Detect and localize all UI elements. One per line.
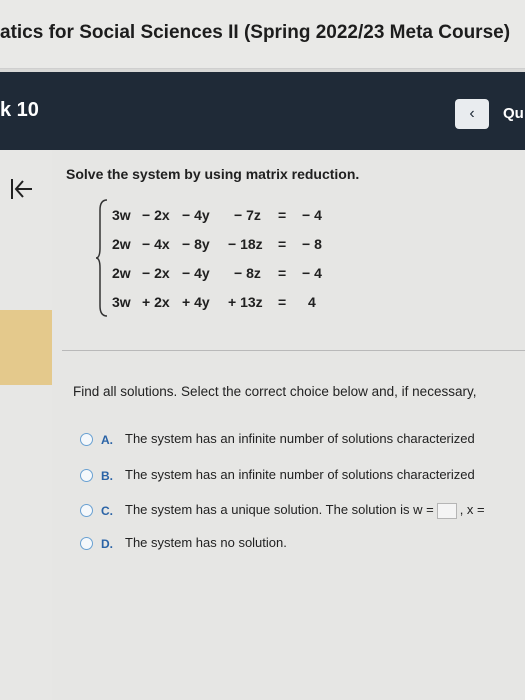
eq-rhs: − 4 (302, 207, 322, 223)
eq-x-term: + 2x (142, 294, 170, 310)
eq-w-term: 3w (112, 294, 131, 310)
eq-w-term: 2w (112, 265, 131, 281)
choice-text: The system has an infinite number of sol… (125, 431, 475, 446)
choice-letter: B. (101, 469, 113, 483)
homework-title: k 10 (0, 99, 39, 121)
left-brace-icon (95, 199, 108, 317)
eq-z-term: − 18z (228, 236, 263, 252)
eq-z-term: + 13z (228, 294, 263, 310)
eq-y-term: − 4y (182, 265, 210, 281)
eq-y-term: − 8y (182, 236, 210, 252)
choice-text: The system has a unique solution. The so… (125, 502, 485, 519)
question-instruction: Solve the system by using matrix reducti… (66, 166, 360, 182)
left-panel (0, 150, 52, 700)
course-header: atics for Social Sciences II (Spring 202… (0, 0, 525, 69)
answer-prompt: Find all solutions. Select the correct c… (73, 384, 477, 399)
radio-button[interactable] (80, 469, 93, 482)
eq-w-term: 3w (112, 207, 131, 223)
eq-w-term: 2w (112, 236, 131, 252)
choice-letter: C. (101, 504, 113, 518)
choice-letter: A. (101, 433, 113, 447)
eq-rhs: 4 (308, 294, 316, 310)
choice-text: The system has an infinite number of sol… (125, 467, 475, 482)
eq-equals: = (278, 207, 287, 223)
eq-rhs: − 8 (302, 236, 322, 252)
previous-question-button[interactable]: ‹ (455, 99, 489, 129)
radio-button[interactable] (80, 433, 93, 446)
radio-button[interactable] (80, 537, 93, 550)
question-label: Qu (503, 105, 524, 122)
course-title: atics for Social Sciences II (Spring 202… (0, 22, 511, 43)
collapse-panel-icon[interactable] (8, 176, 34, 207)
section-divider (62, 350, 525, 351)
answer-input-w[interactable] (436, 502, 457, 519)
eq-x-term: − 4x (142, 236, 170, 252)
eq-equals: = (278, 236, 287, 252)
assignment-navbar: k 10 (0, 72, 525, 150)
eq-z-term: − 7z (234, 207, 261, 223)
eq-equals: = (278, 265, 287, 281)
question-content (52, 150, 525, 700)
choice-text-before: The system has a unique solution. The so… (125, 502, 434, 517)
eq-y-term: − 4y (182, 207, 210, 223)
eq-z-term: − 8z (234, 265, 261, 281)
eq-rhs: − 4 (302, 265, 322, 281)
eq-equals: = (278, 294, 287, 310)
left-panel-highlight (0, 310, 52, 385)
choice-text-after: , x = (459, 502, 485, 517)
eq-x-term: − 2x (142, 207, 170, 223)
eq-y-term: + 4y (182, 294, 210, 310)
choice-letter: D. (101, 537, 113, 551)
eq-x-term: − 2x (142, 265, 170, 281)
radio-button[interactable] (80, 504, 93, 517)
choice-text: The system has no solution. (125, 535, 287, 550)
